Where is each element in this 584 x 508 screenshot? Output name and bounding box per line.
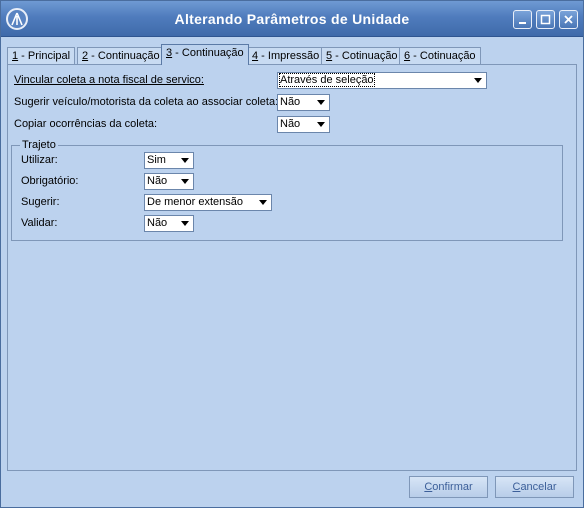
tab-cotinuacao-5[interactable]: 5 - Cotinuação [321,47,403,65]
minimize-icon [519,22,526,24]
tab-cotinuacao-6[interactable]: 6 - Cotinuação [399,47,481,65]
trajeto-groupbox [11,145,563,241]
tab-continuacao-2[interactable]: 2 - Continuação [77,47,165,65]
sugerir-label: Sugerir: [21,196,60,208]
trajeto-legend: Trajeto [20,139,58,151]
tab-impressao[interactable]: 4 - Impressão [247,47,325,65]
sugerir-select[interactable]: De menor extensão [144,194,272,211]
window-title: Alterando Parâmetros de Unidade [174,11,410,27]
obrigatorio-select[interactable]: Não [144,173,194,190]
chevron-down-icon[interactable] [315,118,328,131]
chevron-down-icon[interactable] [179,217,192,230]
validar-select[interactable]: Não [144,215,194,232]
cancel-button[interactable]: Cancelar [495,476,574,498]
utilizar-label: Utilizar: [21,154,58,166]
dialog-window: Alterando Parâmetros de Unidade 1 - Prin… [0,0,584,508]
chevron-down-icon[interactable] [315,96,328,109]
close-button[interactable] [559,10,578,29]
chevron-down-icon[interactable] [472,74,485,87]
copiar-select[interactable]: Não [277,116,330,133]
minimize-button[interactable] [513,10,532,29]
chevron-down-icon[interactable] [179,154,192,167]
title-bar[interactable]: Alterando Parâmetros de Unidade [1,1,583,37]
close-icon [564,15,573,24]
maximize-button[interactable] [536,10,555,29]
chevron-down-icon[interactable] [179,175,192,188]
maximize-icon [540,14,551,25]
sugerir-veiculo-select[interactable]: Não [277,94,330,111]
copiar-label: Copiar ocorrências da coleta: [14,118,158,130]
confirm-button[interactable]: Confirmar [409,476,488,498]
obrigatorio-label: Obrigatório: [21,175,79,187]
sugerir-veiculo-label: Sugerir veículo/motorista da coleta ao a… [14,96,279,108]
vincular-label: Vincular coleta a nota fiscal de servico… [14,74,204,86]
tab-principal[interactable]: 1 - Principal [7,47,76,65]
validar-label: Validar: [21,217,58,229]
tab-continuacao-3[interactable]: 3 - Continuação [161,44,249,65]
vincular-select[interactable]: Através de seleção [277,72,487,89]
chevron-down-icon[interactable] [257,196,270,209]
utilizar-select[interactable]: Sim [144,152,194,169]
